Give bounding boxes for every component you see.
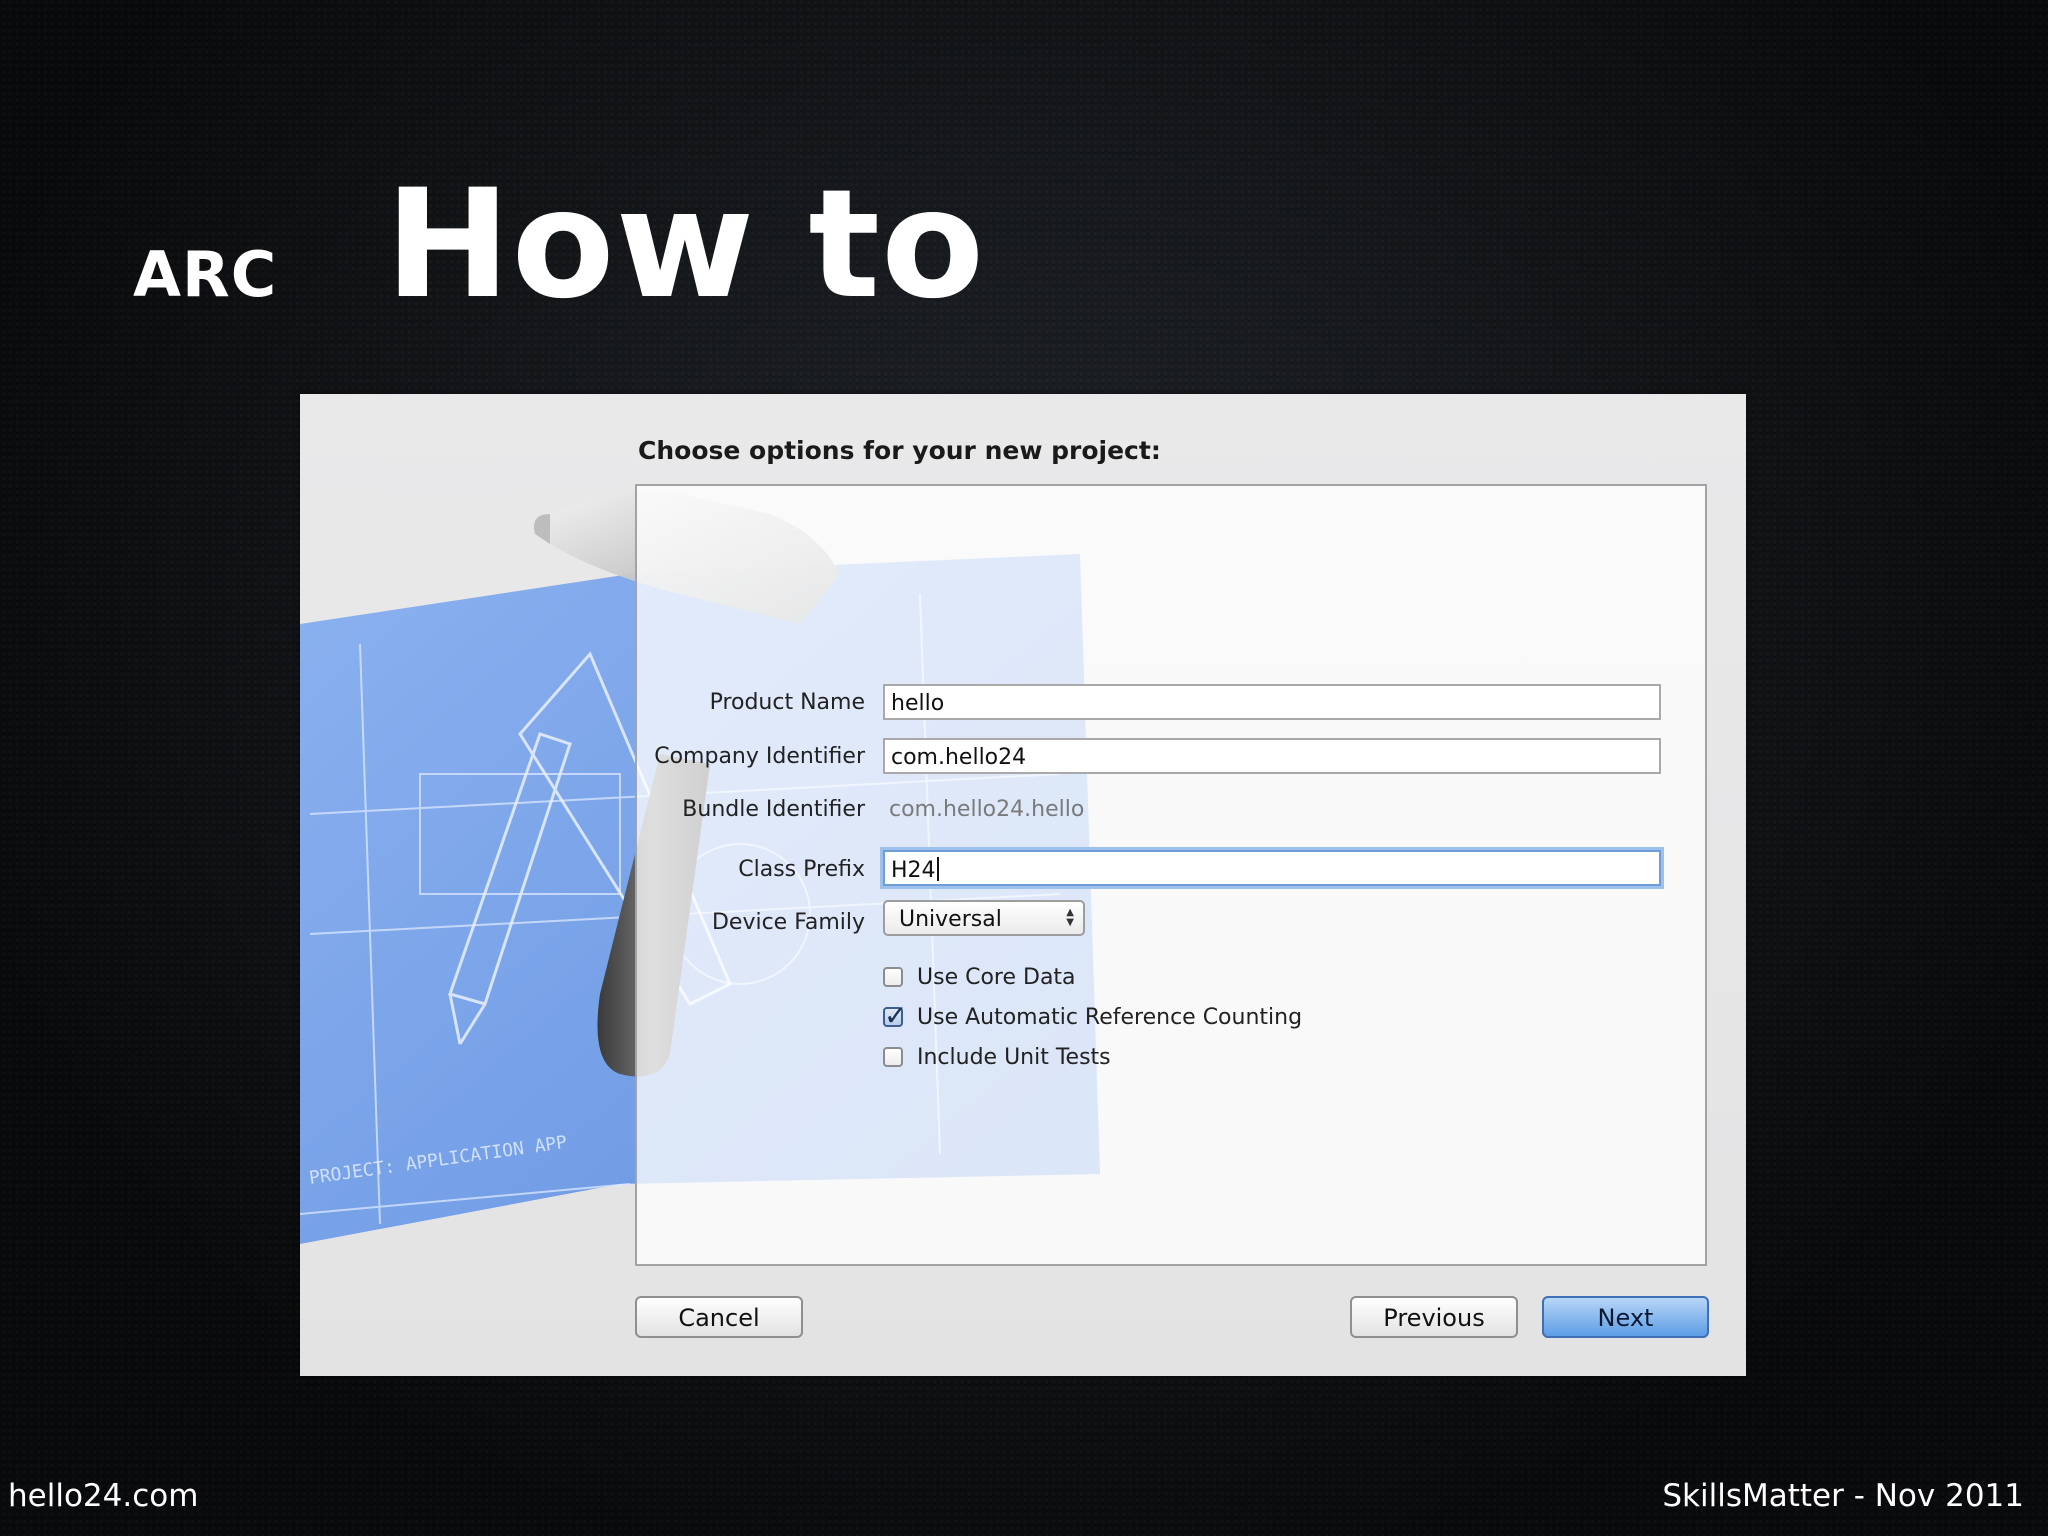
slide-section-label: ARC [133,238,278,311]
use-core-data-checkbox[interactable] [883,967,903,987]
class-prefix-value: H24 [891,858,936,883]
device-family-value: Universal [899,907,1002,932]
product-name-field[interactable]: hello [883,684,1661,720]
options-panel: Product Name hello Company Identifier co… [635,484,1707,1266]
bundle-identifier-label: Bundle Identifier [682,797,865,822]
text-caret [936,857,939,881]
class-prefix-label: Class Prefix [738,857,865,882]
updown-arrows-icon: ▲ ▼ [1066,907,1074,928]
include-unit-tests-checkbox[interactable] [883,1047,903,1067]
company-identifier-label: Company Identifier [654,744,865,769]
dialog-heading: Choose options for your new project: [638,436,1161,465]
product-name-label: Product Name [709,690,865,715]
bundle-identifier-value: com.hello24.hello [889,797,1085,822]
previous-button[interactable]: Previous [1350,1296,1518,1338]
next-button[interactable]: Next [1542,1296,1709,1338]
use-core-data-label: Use Core Data [917,965,1076,990]
cancel-button[interactable]: Cancel [635,1296,803,1338]
include-unit-tests-label: Include Unit Tests [917,1045,1111,1070]
footer-website: hello24.com [8,1478,199,1514]
class-prefix-field[interactable]: H24 [883,850,1661,886]
slide-title: How to [385,158,986,332]
company-identifier-field[interactable]: com.hello24 [883,738,1661,774]
use-arc-checkbox[interactable]: ✓ [883,999,907,1032]
use-arc-label: Use Automatic Reference Counting [917,1005,1303,1030]
checkmark-icon: ✓ [884,999,908,1032]
device-family-label: Device Family [711,910,865,935]
footer-event: SkillsMatter - Nov 2011 [1662,1478,2024,1514]
device-family-select[interactable]: Universal ▲ ▼ [883,900,1085,936]
new-project-dialog: PROJECT: APPLICATION APP Choose options … [300,394,1746,1376]
